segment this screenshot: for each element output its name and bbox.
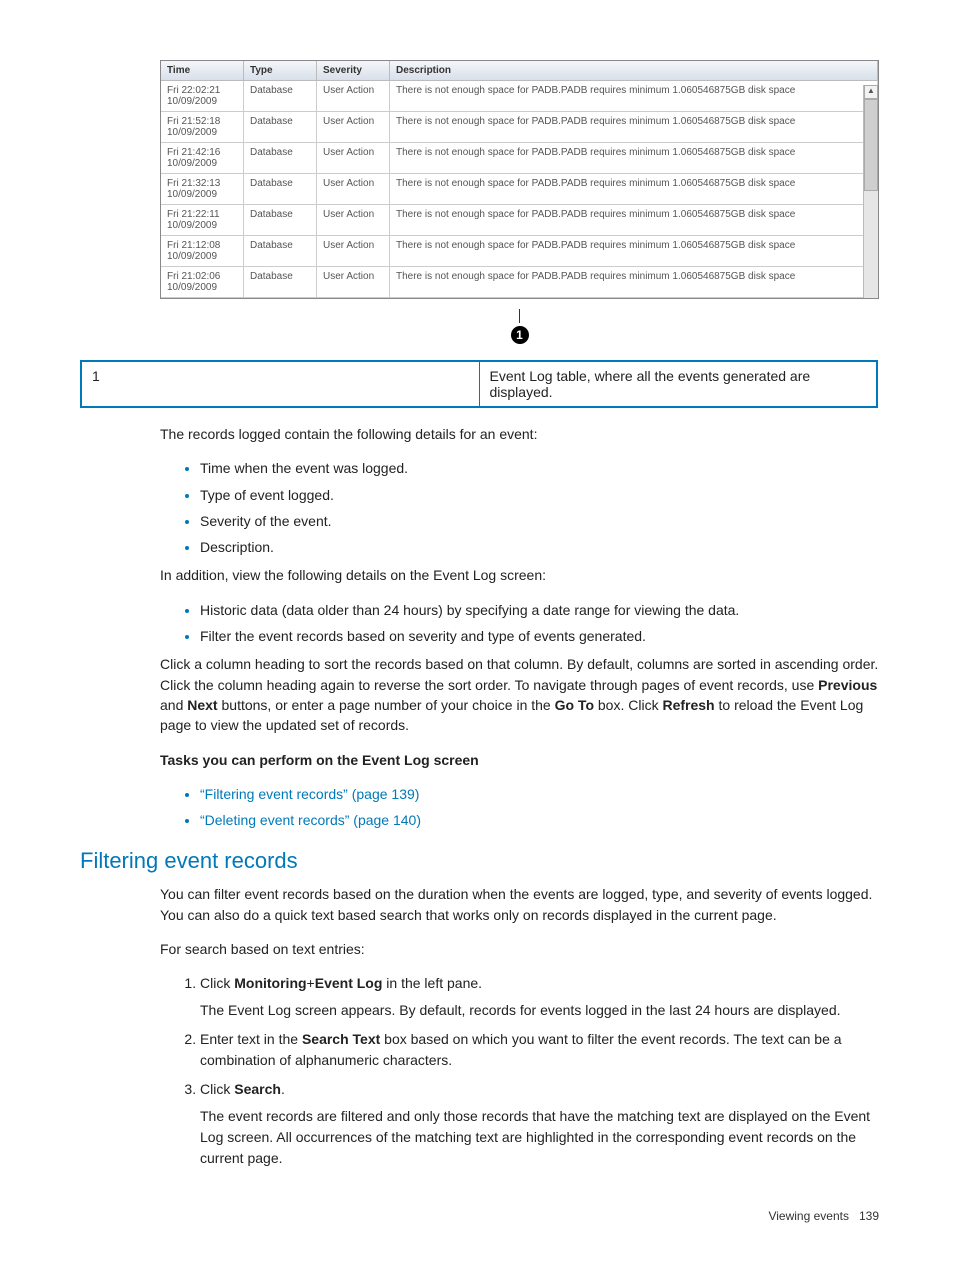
cell-severity: User Action [317,174,390,205]
list-item: Time when the event was logged. [200,458,879,478]
cell-time: Fri 21:12:0810/09/2009 [161,236,244,267]
task-links-list: “Filtering event records” (page 139) “Del… [160,784,879,831]
list-item: Description. [200,537,879,557]
cell-type: Database [244,143,317,174]
scrollbar[interactable]: ▲ [863,85,878,298]
footer-page-number: 139 [859,1209,879,1223]
cell-type: Database [244,205,317,236]
cell-type: Database [244,112,317,143]
para-search-intro: For search based on text entries: [160,939,879,959]
cell-description: There is not enough space for PADB.PADB … [390,81,878,112]
para-records-intro: The records logged contain the following… [160,424,879,444]
cell-type: Database [244,174,317,205]
cell-severity: User Action [317,143,390,174]
para-in-addition: In addition, view the following details … [160,565,879,585]
event-table-header-row: Time Type Severity Description [161,61,878,81]
table-row: Fri 21:32:1310/09/2009DatabaseUser Actio… [161,174,878,205]
table-row: Fri 21:42:1610/09/2009DatabaseUser Actio… [161,143,878,174]
cell-description: There is not enough space for PADB.PADB … [390,267,878,298]
cell-description: There is not enough space for PADB.PADB … [390,174,878,205]
legend-key: 1 [81,361,479,407]
list-item: Severity of the event. [200,511,879,531]
cell-time: Fri 21:02:0610/09/2009 [161,267,244,298]
cell-severity: User Action [317,267,390,298]
step-1-note: The Event Log screen appears. By default… [200,1000,879,1021]
col-header-description[interactable]: Description [390,61,878,81]
cell-description: There is not enough space for PADB.PADB … [390,205,878,236]
cell-time: Fri 22:02:2110/09/2009 [161,81,244,112]
cell-severity: User Action [317,112,390,143]
step-3-note: The event records are filtered and only … [200,1106,879,1169]
list-item: Type of event logged. [200,485,879,505]
list-item[interactable]: “Deleting event records” (page 140) [200,810,879,830]
cell-severity: User Action [317,81,390,112]
xref-link[interactable]: “Filtering event records” (page 139) [200,786,419,802]
col-header-severity[interactable]: Severity [317,61,390,81]
cell-type: Database [244,81,317,112]
cell-description: There is not enough space for PADB.PADB … [390,143,878,174]
cell-severity: User Action [317,205,390,236]
addition-list: Historic data (data older than 24 hours)… [160,600,879,647]
col-header-type[interactable]: Type [244,61,317,81]
col-header-time[interactable]: Time [161,61,244,81]
cell-type: Database [244,267,317,298]
details-list: Time when the event was logged. Type of e… [160,458,879,557]
cell-time: Fri 21:42:1610/09/2009 [161,143,244,174]
table-row: Fri 21:12:0810/09/2009DatabaseUser Actio… [161,236,878,267]
legend-value: Event Log table, where all the events ge… [479,361,877,407]
cell-description: There is not enough space for PADB.PADB … [390,112,878,143]
list-item: Filter the event records based on severi… [200,626,879,646]
step-1: Click Monitoring+Event Log in the left p… [200,973,879,1021]
xref-link[interactable]: “Deleting event records” (page 140) [200,812,421,828]
tasks-heading: Tasks you can perform on the Event Log s… [160,750,879,770]
cell-time: Fri 21:32:1310/09/2009 [161,174,244,205]
heading-filtering-event-records: Filtering event records [80,848,879,874]
para-filter-intro: You can filter event records based on th… [160,884,879,925]
page-footer: Viewing events 139 [80,1209,879,1223]
table-row: Fri 21:22:1110/09/2009DatabaseUser Actio… [161,205,878,236]
list-item[interactable]: “Filtering event records” (page 139) [200,784,879,804]
cell-type: Database [244,236,317,267]
step-3: Click Search. The event records are filt… [200,1079,879,1169]
footer-section: Viewing events [768,1209,849,1223]
list-item: Historic data (data older than 24 hours)… [200,600,879,620]
event-log-table: Time Type Severity Description Fri 22:02… [160,60,879,299]
search-steps: Click Monitoring+Event Log in the left p… [160,973,879,1169]
para-sort-navigate: Click a column heading to sort the recor… [160,654,879,735]
scroll-thumb[interactable] [864,99,878,191]
table-row: Fri 22:02:2110/09/2009DatabaseUser Actio… [161,81,878,112]
callout: 1 [160,309,879,344]
scroll-up-icon[interactable]: ▲ [864,85,878,99]
table-row: Fri 21:52:1810/09/2009DatabaseUser Actio… [161,112,878,143]
cell-time: Fri 21:52:1810/09/2009 [161,112,244,143]
callout-number-icon: 1 [511,326,529,344]
cell-severity: User Action [317,236,390,267]
step-2: Enter text in the Search Text box based … [200,1029,879,1071]
cell-description: There is not enough space for PADB.PADB … [390,236,878,267]
legend-table: 1 Event Log table, where all the events … [80,360,878,408]
table-row: Fri 21:02:0610/09/2009DatabaseUser Actio… [161,267,878,298]
cell-time: Fri 21:22:1110/09/2009 [161,205,244,236]
